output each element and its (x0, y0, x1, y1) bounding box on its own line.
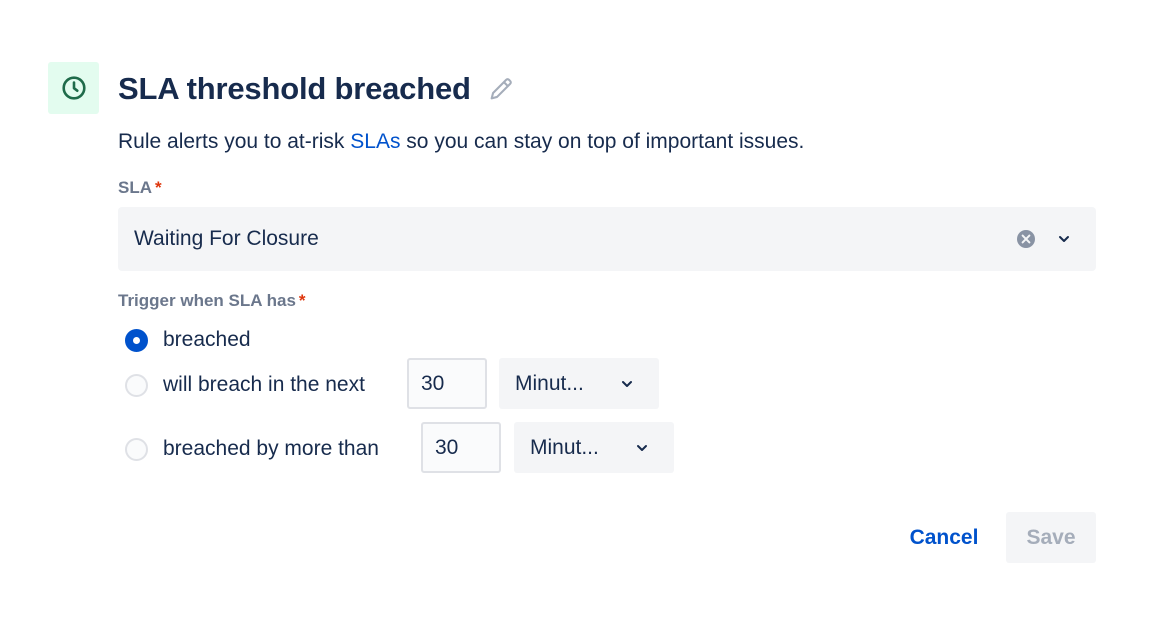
sla-label-text: SLA (118, 178, 152, 197)
rule-icon-tile (48, 62, 99, 114)
will-breach-unit-select[interactable]: Minut... (499, 358, 659, 409)
will-breach-unit-value: Minut... (515, 371, 584, 395)
trigger-option-breached[interactable]: breached (125, 328, 251, 352)
trigger-option-breached-by-more[interactable]: breached by more than (125, 437, 379, 461)
description-text-end: so you can stay on top of important issu… (400, 130, 805, 153)
sla-select[interactable]: Waiting For Closure (118, 207, 1096, 271)
chevron-down-icon (619, 376, 635, 392)
cancel-button[interactable]: Cancel (894, 513, 994, 563)
description-text-start: Rule alerts you to at-risk (118, 130, 351, 153)
trigger-field-label: Trigger when SLA has * (118, 291, 306, 311)
required-marker: * (298, 291, 306, 310)
chevron-down-icon (634, 440, 650, 456)
radio-label-will-breach: will breach in the next (163, 373, 365, 396)
page-title: SLA threshold breached (118, 71, 471, 106)
breached-by-unit-select[interactable]: Minut... (514, 422, 674, 473)
radio-breached-by-more[interactable] (125, 437, 148, 461)
save-button[interactable]: Save (1006, 512, 1096, 563)
sla-rule-config-panel: SLA threshold breached Rule alerts you t… (0, 0, 1166, 624)
radio-label-breached: breached (163, 328, 251, 351)
radio-will-breach[interactable] (125, 373, 148, 397)
clear-icon[interactable] (1016, 229, 1036, 249)
required-marker: * (155, 178, 162, 197)
breached-by-amount-input[interactable] (421, 422, 501, 473)
title-row: SLA threshold breached (118, 68, 515, 110)
trigger-option-will-breach[interactable]: will breach in the next (125, 373, 365, 397)
rule-description: Rule alerts you to at-risk SLAs so you c… (118, 128, 804, 156)
radio-label-breached-by-more: breached by more than (163, 437, 379, 460)
clock-icon (61, 76, 86, 100)
chevron-down-icon[interactable] (1056, 231, 1072, 247)
trigger-label-text: Trigger when SLA has (118, 291, 296, 310)
sla-select-value: Waiting For Closure (134, 227, 319, 250)
sla-field-label: SLA * (118, 178, 162, 198)
breached-by-unit-value: Minut... (530, 435, 599, 459)
will-breach-amount-input[interactable] (407, 358, 487, 409)
radio-breached[interactable] (125, 328, 148, 352)
pencil-icon[interactable] (487, 75, 515, 103)
slas-link[interactable]: SLAs (350, 130, 400, 153)
